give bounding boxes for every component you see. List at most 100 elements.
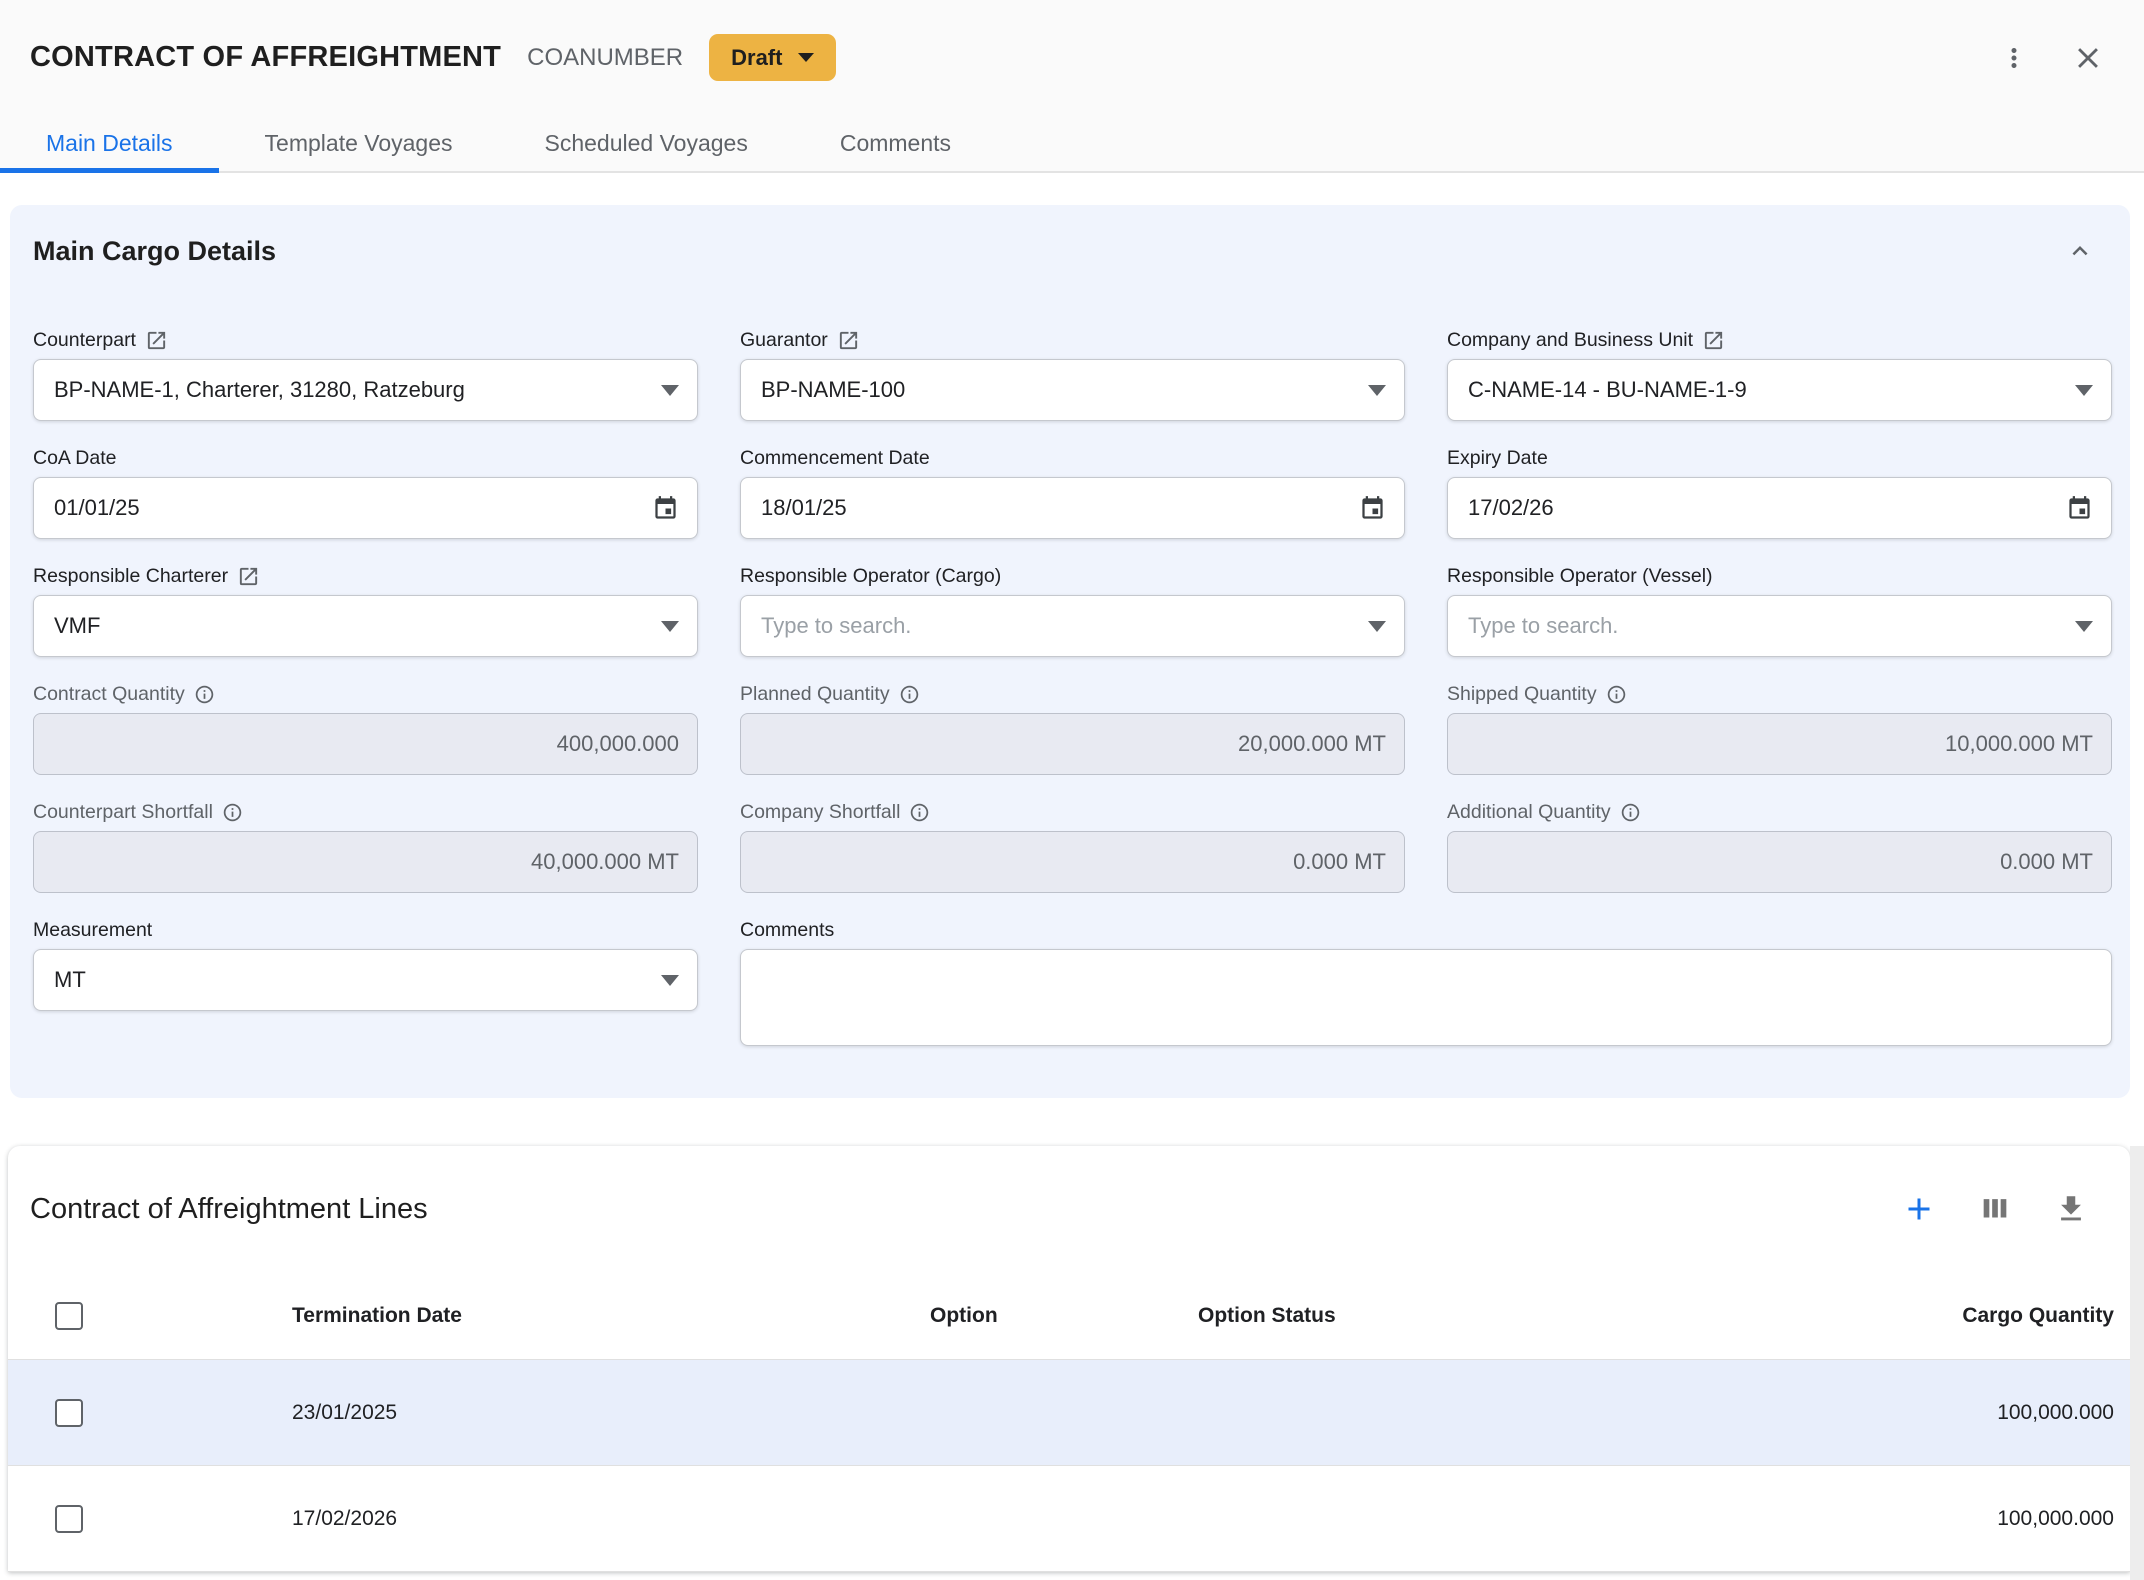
guarantor-label: Guarantor [740,329,828,352]
company-shortfall-label: Company Shortfall [740,801,900,824]
counterpart-select[interactable]: BP-NAME-1, Charterer, 31280, Ratzeburg [33,359,698,421]
field-coa-date: CoA Date 01/01/25 [33,445,698,539]
info-icon [1606,684,1627,705]
coa-date-input[interactable]: 01/01/25 [33,477,698,539]
col-termination-date: Termination Date [292,1304,930,1328]
counterpart-shortfall-label: Counterpart Shortfall [33,801,213,824]
main-cargo-details-section: Main Cargo Details Counterpart BP-NAME-1… [10,205,2130,1098]
company-bu-select[interactable]: C-NAME-14 - BU-NAME-1-9 [1447,359,2112,421]
dropdown-arrow-icon [661,975,679,986]
info-icon [1620,802,1641,823]
shipped-quantity-label: Shipped Quantity [1447,683,1597,706]
responsible-operator-cargo-label: Responsible Operator (Cargo) [740,565,1001,588]
measurement-label: Measurement [33,919,152,942]
measurement-select[interactable]: MT [33,949,698,1011]
additional-quantity-label: Additional Quantity [1447,801,1611,824]
shipped-quantity-value: 10,000.000 MT [1447,713,2112,775]
expiry-date-input[interactable]: 17/02/26 [1447,477,2112,539]
dropdown-arrow-icon [1368,385,1386,396]
select-all-checkbox[interactable] [55,1302,83,1330]
chevron-up-icon [2065,236,2095,266]
contract-quantity-label: Contract Quantity [33,683,185,706]
responsible-operator-vessel-input[interactable] [1468,613,2063,639]
plus-icon [1901,1191,1937,1227]
cell-cargo-quantity: 100,000.000 [1758,1507,2130,1531]
open-in-new-icon[interactable] [145,329,168,352]
field-shipped-quantity: Shipped Quantity 10,000.000 MT [1447,681,2112,775]
tab-scheduled-voyages[interactable]: Scheduled Voyages [499,115,794,171]
download-button[interactable] [2048,1186,2094,1232]
page-title: CONTRACT OF AFFREIGHTMENT [30,41,501,74]
calendar-icon[interactable] [2066,495,2093,522]
cell-termination-date: 17/02/2026 [292,1507,930,1531]
tab-template-voyages[interactable]: Template Voyages [219,115,499,171]
field-responsible-operator-vessel: Responsible Operator (Vessel) [1447,563,2112,657]
field-measurement: Measurement MT [33,917,698,1046]
collapse-section-button[interactable] [2060,231,2100,271]
info-icon [909,802,930,823]
contract-quantity-value: 400,000.000 [33,713,698,775]
guarantor-select[interactable]: BP-NAME-100 [740,359,1405,421]
field-responsible-charterer: Responsible Charterer VMF [33,563,698,657]
field-company-shortfall: Company Shortfall 0.000 MT [740,799,1405,893]
col-cargo-quantity: Cargo Quantity [1758,1304,2130,1328]
responsible-operator-cargo-search[interactable] [740,595,1405,657]
close-icon [2071,41,2105,75]
comments-textarea-box [740,949,2112,1046]
kebab-menu-icon [1999,43,2029,73]
field-comments: Comments [740,917,2112,1046]
field-guarantor: Guarantor BP-NAME-100 [740,327,1405,421]
responsible-operator-vessel-search[interactable] [1447,595,2112,657]
columns-icon [1978,1192,2012,1226]
dropdown-arrow-icon [2075,621,2093,632]
field-expiry-date: Expiry Date 17/02/26 [1447,445,2112,539]
tab-main-details[interactable]: Main Details [0,115,219,171]
company-shortfall-value: 0.000 MT [740,831,1405,893]
field-responsible-operator-cargo: Responsible Operator (Cargo) [740,563,1405,657]
dropdown-arrow-icon [1368,621,1386,632]
additional-quantity-value: 0.000 MT [1447,831,2112,893]
counterpart-shortfall-value: 40,000.000 MT [33,831,698,893]
commencement-date-label: Commencement Date [740,447,930,470]
add-line-button[interactable] [1896,1186,1942,1232]
responsible-charterer-select[interactable]: VMF [33,595,698,657]
row-checkbox[interactable] [55,1399,83,1427]
dropdown-arrow-icon [2075,385,2093,396]
field-company-business-unit: Company and Business Unit C-NAME-14 - BU… [1447,327,2112,421]
status-dropdown[interactable]: Draft [709,34,836,81]
coa-lines-section: Contract of Affreightment Lines Terminat… [0,1146,2144,1572]
status-label: Draft [731,45,782,71]
open-in-new-icon[interactable] [837,329,860,352]
comments-textarea[interactable] [757,960,2095,1035]
field-counterpart-shortfall: Counterpart Shortfall 40,000.000 MT [33,799,698,893]
lines-table-header: Termination Date Option Option Status Ca… [8,1272,2130,1360]
column-settings-button[interactable] [1972,1186,2018,1232]
caret-down-icon [798,53,814,62]
cell-termination-date: 23/01/2025 [292,1401,930,1425]
section-title-main-cargo: Main Cargo Details [33,236,276,267]
coa-number: COANUMBER [527,44,683,72]
commencement-date-input[interactable]: 18/01/25 [740,477,1405,539]
table-row[interactable]: 17/02/2026 100,000.000 [8,1466,2130,1572]
field-commencement-date: Commencement Date 18/01/25 [740,445,1405,539]
counterpart-label: Counterpart [33,329,136,352]
close-button[interactable] [2066,36,2110,80]
open-in-new-icon[interactable] [237,565,260,588]
open-in-new-icon[interactable] [1702,329,1725,352]
responsible-operator-cargo-input[interactable] [761,613,1356,639]
field-counterpart: Counterpart BP-NAME-1, Charterer, 31280,… [33,327,698,421]
field-contract-quantity: Contract Quantity 400,000.000 [33,681,698,775]
tab-comments[interactable]: Comments [794,115,997,171]
table-row[interactable]: 23/01/2025 100,000.000 [8,1360,2130,1466]
company-bu-label: Company and Business Unit [1447,329,1693,352]
row-checkbox[interactable] [55,1505,83,1533]
dropdown-arrow-icon [661,621,679,632]
field-planned-quantity: Planned Quantity 20,000.000 MT [740,681,1405,775]
responsible-operator-vessel-label: Responsible Operator (Vessel) [1447,565,1713,588]
tab-bar: Main Details Template Voyages Scheduled … [0,115,2144,173]
calendar-icon[interactable] [652,495,679,522]
calendar-icon[interactable] [1359,495,1386,522]
dropdown-arrow-icon [661,385,679,396]
more-options-button[interactable] [1992,36,2036,80]
vertical-scrollbar-track[interactable] [2130,1146,2144,1580]
